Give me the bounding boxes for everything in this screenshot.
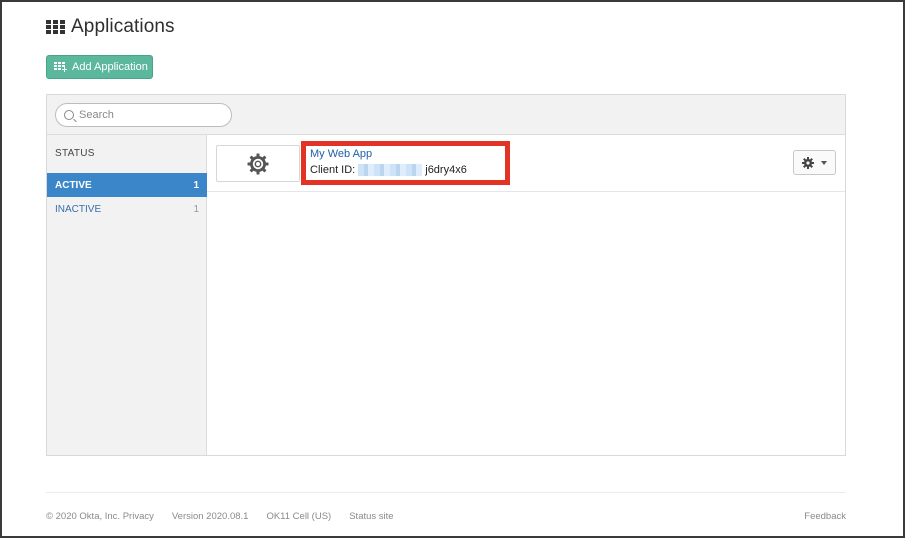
list-item: My Web App Client ID: j6dry4x6 bbox=[207, 135, 845, 192]
footer-cell: OK11 Cell (US) bbox=[266, 511, 332, 522]
filter-active[interactable]: ACTIVE 1 bbox=[47, 173, 207, 197]
app-settings-dropdown[interactable] bbox=[793, 150, 836, 175]
footer: © 2020 Okta, Inc. Privacy Version 2020.0… bbox=[46, 511, 846, 522]
filter-count: 1 bbox=[193, 179, 199, 191]
add-application-label: Add Application bbox=[72, 61, 148, 73]
add-application-button[interactable]: Add Application bbox=[46, 55, 153, 79]
applications-list: My Web App Client ID: j6dry4x6 bbox=[207, 135, 845, 455]
status-sidebar: STATUS ACTIVE 1 INACTIVE 1 bbox=[47, 135, 207, 455]
panel-toolbar bbox=[47, 95, 845, 135]
client-id-suffix: j6dry4x6 bbox=[425, 164, 467, 176]
apps-grid-icon bbox=[46, 20, 65, 34]
search-box[interactable] bbox=[55, 103, 232, 127]
app-window: Applications Add Application STATUS ACTI… bbox=[0, 0, 905, 538]
client-id-label: Client ID: bbox=[310, 164, 356, 176]
filter-inactive[interactable]: INACTIVE 1 bbox=[47, 197, 207, 221]
redacted-client-id bbox=[358, 164, 423, 176]
search-icon bbox=[64, 110, 74, 120]
footer-divider bbox=[46, 492, 846, 493]
filter-label: ACTIVE bbox=[55, 179, 92, 191]
footer-copyright[interactable]: © 2020 Okta, Inc. Privacy bbox=[46, 511, 154, 522]
feedback-link[interactable]: Feedback bbox=[804, 511, 846, 522]
app-name-link[interactable]: My Web App bbox=[310, 148, 372, 160]
gear-icon bbox=[802, 156, 814, 169]
app-logo[interactable] bbox=[216, 145, 300, 182]
client-id: Client ID: j6dry4x6 bbox=[310, 164, 467, 176]
status-heading: STATUS bbox=[55, 148, 95, 159]
filter-count: 1 bbox=[193, 203, 199, 215]
search-input[interactable] bbox=[79, 109, 219, 121]
applications-panel: STATUS ACTIVE 1 INACTIVE 1 bbox=[46, 94, 846, 456]
footer-status-site-link[interactable]: Status site bbox=[349, 511, 393, 522]
gear-icon bbox=[247, 153, 269, 174]
page-header: Applications bbox=[46, 16, 175, 38]
chevron-down-icon bbox=[821, 160, 827, 165]
add-grid-icon bbox=[54, 61, 67, 73]
page-title: Applications bbox=[71, 16, 175, 37]
footer-version: Version 2020.08.1 bbox=[171, 511, 249, 522]
filter-label: INACTIVE bbox=[55, 203, 102, 215]
